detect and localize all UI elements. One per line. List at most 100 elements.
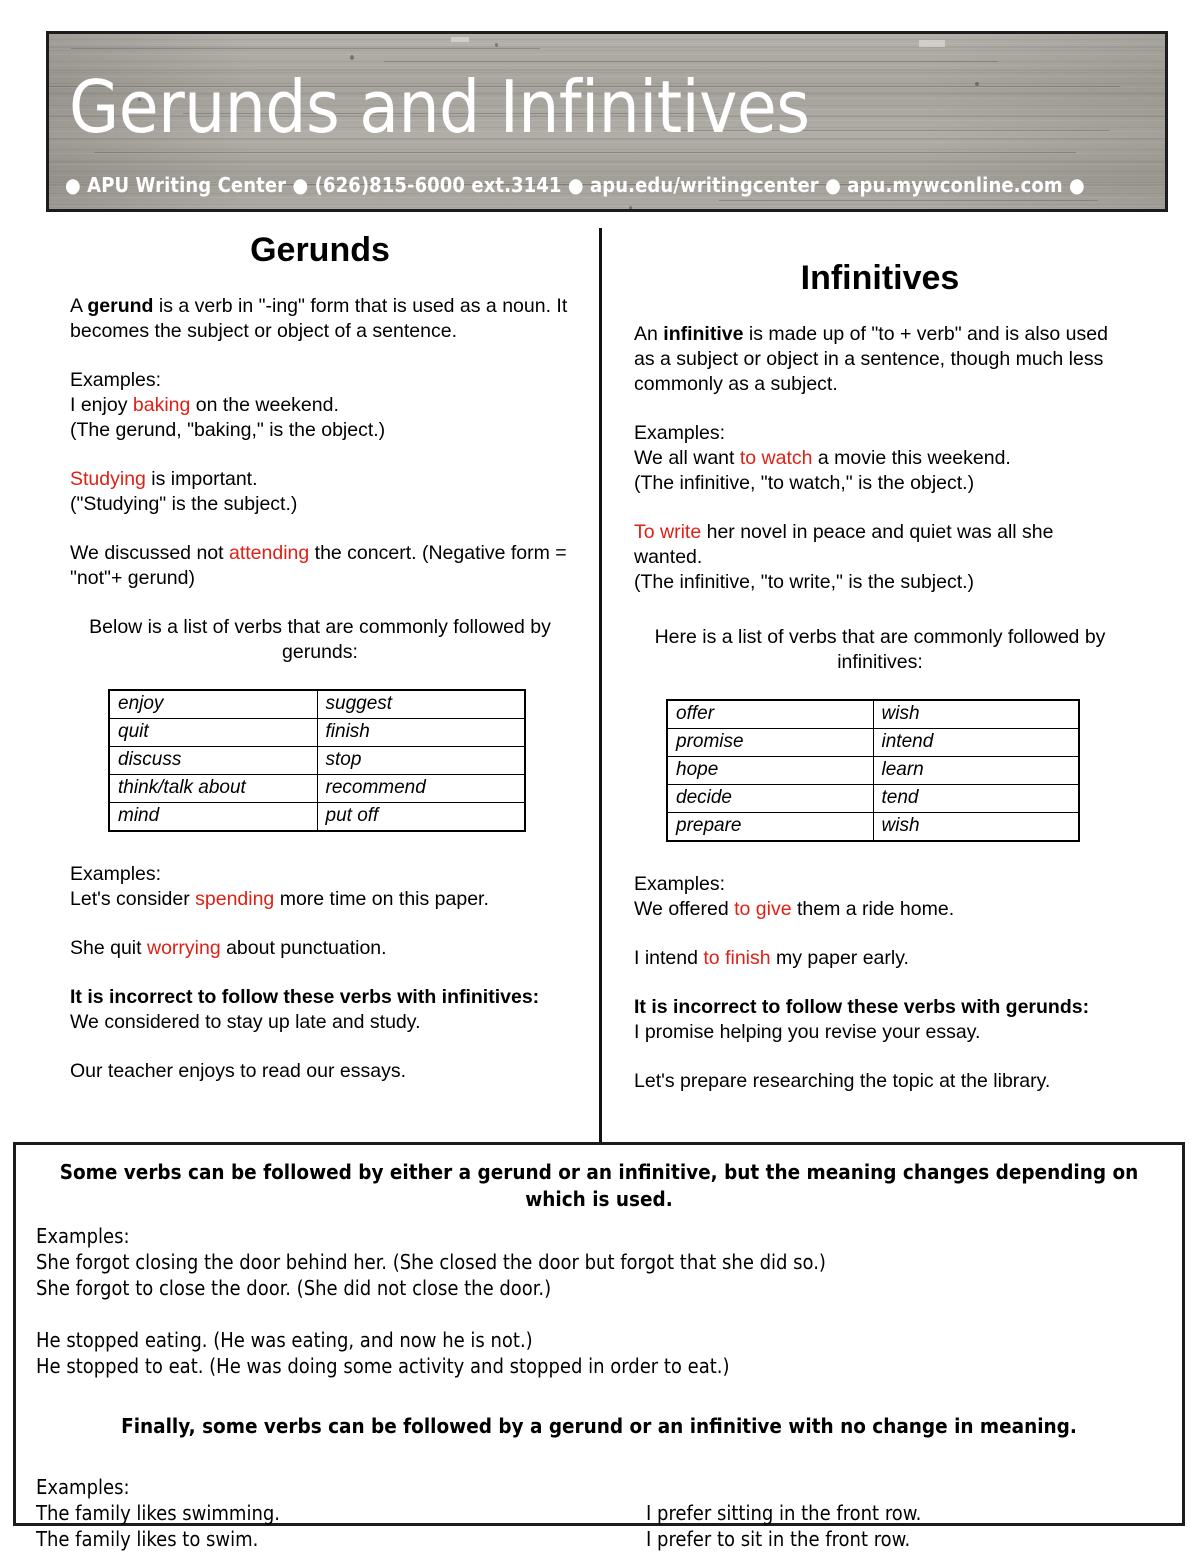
- gerund-example-2: Studying is important.: [70, 467, 570, 492]
- verb-cell: suggest: [316, 689, 526, 719]
- table-row: enjoy suggest: [108, 689, 526, 719]
- meaning-change-example-1: She forgot closing the door behind her. …: [36, 1250, 826, 1274]
- example-text-pre: We all want: [634, 447, 740, 469]
- gerund-example-4: Let's consider spending more time on thi…: [70, 887, 570, 912]
- verb-cell: prepare: [666, 812, 874, 842]
- writing-center-contact-info: ● APU Writing Center ● (626)815-6000 ext…: [65, 173, 1085, 197]
- infinitive-example-2: To write her novel in peace and quiet wa…: [634, 520, 1126, 570]
- verb-cell: decide: [666, 784, 874, 813]
- table-row: quit finish: [108, 718, 526, 747]
- infinitive-example-2-note: (The infinitive, "to write," is the subj…: [634, 571, 975, 593]
- example-text-pre: We offered: [634, 898, 735, 920]
- verb-cell: learn: [872, 756, 1080, 785]
- examples-label: Examples:: [36, 1224, 130, 1248]
- texture-light-patch: [919, 40, 946, 47]
- texture-speck: [350, 55, 355, 60]
- highlighted-infinitive: to give: [734, 898, 792, 920]
- examples-label: Examples:: [70, 369, 162, 391]
- meaning-changes-box: Some verbs can be followed by either a g…: [13, 1142, 1185, 1551]
- examples-label: Examples:: [634, 422, 726, 444]
- infinitives-table-intro: Here is a list of verbs that are commonl…: [654, 626, 1106, 673]
- incorrect-example-2: Let's prepare researching the topic at t…: [634, 1070, 1051, 1092]
- infinitives-column: Infinitives An infinitive is made up of …: [634, 228, 1126, 1094]
- infinitives-table-body: offer wish promise intend hope learn decide…: [666, 699, 1080, 842]
- no-change-example-right-2: I prefer to sit in the front row.: [646, 1527, 911, 1551]
- table-row: promise intend: [666, 728, 1080, 757]
- verb-cell: enjoy: [108, 689, 318, 719]
- highlighted-gerund: spending: [195, 888, 275, 910]
- verb-cell: promise: [666, 728, 874, 757]
- gerund-example-1: I enjoy baking on the weekend.: [70, 393, 570, 418]
- gerunds-verb-table: enjoy suggest quit finish discuss stop thin…: [108, 689, 526, 832]
- verb-cell: tend: [872, 784, 1080, 813]
- example-text-post: is important.: [145, 468, 258, 490]
- verb-cell: recommend: [316, 774, 526, 803]
- incorrect-usage-heading-text: It is incorrect to follow these verbs wi…: [634, 996, 1090, 1018]
- examples-label-2: Examples:: [70, 863, 162, 885]
- highlighted-infinitive: to watch: [739, 447, 813, 469]
- texture-light-patch: [450, 37, 469, 42]
- verb-cell: discuss: [108, 746, 318, 775]
- wood-grain-streak: [71, 48, 541, 49]
- page-title: Gerunds and Infinitives: [69, 65, 810, 149]
- no-change-example-right-1: I prefer sitting in the front row.: [646, 1501, 922, 1525]
- example-text-pre: I enjoy: [70, 394, 133, 416]
- texture-speck: [495, 43, 499, 47]
- example-text-post: them a ride home.: [791, 898, 955, 920]
- example-text-post: a movie this weekend.: [812, 447, 1011, 469]
- example-text-post: more time on this paper.: [274, 888, 489, 910]
- definition-term: infinitive: [663, 323, 744, 345]
- infinitive-example-1: We all want to watch a movie this weeken…: [634, 446, 1126, 471]
- verb-cell: offer: [666, 699, 874, 729]
- definition-text-pre: A: [70, 295, 88, 317]
- incorrect-example-2: Our teacher enjoys to read our essays.: [70, 1060, 407, 1082]
- verb-cell: hope: [666, 756, 874, 785]
- texture-speck: [629, 206, 633, 209]
- example-text-pre: We discussed not: [70, 542, 229, 564]
- example-text-pre: I intend: [634, 947, 704, 969]
- incorrect-usage-heading: It is incorrect to follow these verbs wi…: [70, 985, 570, 1010]
- example-text-post: on the weekend.: [190, 394, 339, 416]
- gerund-example-3: We discussed not attending the concert. …: [70, 541, 570, 591]
- no-change-heading: Finally, some verbs can be followed by a…: [121, 1414, 1077, 1438]
- column-divider: [599, 228, 602, 1144]
- wood-grain-streak: [93, 152, 1076, 153]
- no-change-examples-right: I prefer sitting in the front row. I pre…: [646, 1500, 1146, 1552]
- example-text-pre: Let's consider: [70, 888, 196, 910]
- definition-text-pre: An: [634, 323, 664, 345]
- definition-term: gerund: [87, 295, 154, 317]
- example-text-pre: She quit: [70, 937, 147, 959]
- meaning-changes-heading: Some verbs can be followed by either a g…: [59, 1160, 1139, 1211]
- highlighted-infinitive: To write: [634, 521, 702, 543]
- texture-speck: [975, 82, 980, 86]
- incorrect-usage-heading: It is incorrect to follow these verbs wi…: [634, 995, 1126, 1020]
- no-change-examples-grid: The family likes swimming. The family li…: [36, 1500, 1162, 1552]
- verb-cell: mind: [108, 802, 318, 832]
- meaning-change-example-3: He stopped eating. (He was eating, and n…: [36, 1328, 533, 1352]
- verb-cell: finish: [316, 718, 526, 747]
- infinitive-definition: An infinitive is made up of "to + verb" …: [634, 322, 1126, 397]
- examples-label-2: Examples:: [36, 1475, 130, 1499]
- highlighted-gerund: worrying: [146, 937, 221, 959]
- verb-cell: quit: [108, 718, 318, 747]
- example-text-post: about punctuation.: [220, 937, 387, 959]
- meaning-change-example-2: She forgot to close the door. (She did n…: [36, 1276, 552, 1300]
- table-row: prepare wish: [666, 812, 1080, 842]
- gerunds-heading: Gerunds: [250, 231, 390, 269]
- meaning-change-example-4: He stopped to eat. (He was doing some ac…: [36, 1354, 730, 1378]
- table-row: discuss stop: [108, 746, 526, 775]
- infinitives-verb-table: offer wish promise intend hope learn decide…: [666, 699, 1080, 842]
- highlighted-infinitive: to finish: [703, 947, 771, 969]
- verb-cell: intend: [872, 728, 1080, 757]
- gerunds-table-body: enjoy suggest quit finish discuss stop thin…: [108, 689, 526, 832]
- gerunds-table-intro: Below is a list of verbs that are common…: [89, 616, 551, 663]
- verb-cell: stop: [316, 746, 526, 775]
- infinitive-example-3: We offered to give them a ride home.: [634, 897, 1126, 922]
- verb-cell: wish: [872, 812, 1080, 842]
- highlighted-gerund: baking: [132, 394, 191, 416]
- infinitives-heading: Infinitives: [800, 259, 960, 297]
- gerunds-column: Gerunds A gerund is a verb in "-ing" for…: [70, 228, 570, 1084]
- header-banner: Gerunds and Infinitives ● APU Writing Ce…: [46, 31, 1168, 212]
- example-text-post: my paper early.: [770, 947, 909, 969]
- table-row: offer wish: [666, 699, 1080, 729]
